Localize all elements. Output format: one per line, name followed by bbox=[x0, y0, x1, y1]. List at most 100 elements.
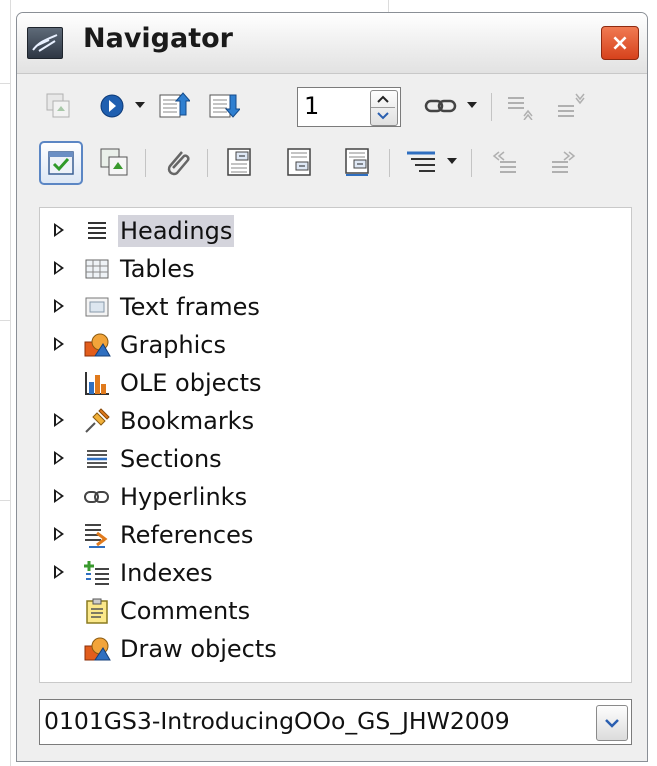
tree-item-references[interactable]: References bbox=[40, 516, 631, 554]
page-number-stepper[interactable]: 1 bbox=[297, 87, 401, 127]
toolbar-row-2 bbox=[17, 141, 647, 187]
chevron-down-icon bbox=[605, 719, 619, 728]
tree-item-text-frames[interactable]: Text frames bbox=[40, 288, 631, 326]
toggle-button[interactable] bbox=[39, 85, 79, 127]
navigator-tree[interactable]: Headings Tables Text frames Graphics OLE… bbox=[39, 207, 632, 683]
graphics-icon bbox=[82, 330, 112, 360]
drag-mode-dropdown-arrow[interactable] bbox=[467, 102, 477, 108]
chevron-up-icon bbox=[377, 95, 389, 103]
expand-arrow[interactable] bbox=[54, 299, 64, 313]
expand-arrow[interactable] bbox=[54, 337, 64, 351]
chain-link-icon bbox=[424, 99, 457, 113]
content-view-icon bbox=[100, 148, 128, 176]
decrement-button[interactable] bbox=[371, 108, 395, 124]
expand-arrow[interactable] bbox=[54, 261, 64, 275]
tree-item-tables[interactable]: Tables bbox=[40, 250, 631, 288]
window-title: Navigator bbox=[83, 23, 233, 54]
title-bar[interactable]: Navigator × bbox=[17, 13, 647, 74]
heading-levels-dropdown-arrow[interactable] bbox=[447, 158, 457, 164]
tree-item-label: Indexes bbox=[120, 559, 213, 587]
page-number-value[interactable]: 1 bbox=[304, 92, 319, 120]
references-icon bbox=[82, 520, 112, 550]
heading-levels-button[interactable] bbox=[401, 141, 441, 183]
arrow-down-icon bbox=[209, 94, 240, 118]
tree-item-label: References bbox=[120, 521, 254, 549]
expand-arrow[interactable] bbox=[54, 451, 64, 465]
promote-chapter-button[interactable] bbox=[485, 141, 525, 183]
tree-item-label: Hyperlinks bbox=[120, 483, 248, 511]
reminder-button[interactable] bbox=[157, 141, 197, 183]
tree-item-label: Comments bbox=[120, 597, 251, 625]
page-number-spin-buttons bbox=[370, 90, 398, 126]
toggle-icon bbox=[46, 93, 70, 118]
promote-level-button[interactable] bbox=[501, 85, 541, 127]
previous-button[interactable] bbox=[155, 85, 193, 127]
toolbar-separator bbox=[207, 149, 208, 177]
comment-note-icon bbox=[82, 596, 112, 626]
tree-item-bookmarks[interactable]: Bookmarks bbox=[40, 402, 631, 440]
promote-level-icon bbox=[508, 97, 533, 120]
tree-item-label: Graphics bbox=[120, 331, 226, 359]
indexes-icon bbox=[82, 558, 112, 588]
arrow-up-icon bbox=[159, 92, 190, 118]
anchor-text-button[interactable] bbox=[337, 141, 377, 183]
tree-item-hyperlinks[interactable]: Hyperlinks bbox=[40, 478, 631, 516]
close-button[interactable]: × bbox=[601, 26, 639, 60]
paperclip-icon bbox=[167, 151, 190, 176]
document-select[interactable]: 0101GS3-IntroducingOOo_GS_JHW2009 bbox=[39, 699, 632, 745]
tree-item-draw-objects[interactable]: Draw objects bbox=[40, 630, 631, 668]
navigation-icon bbox=[100, 94, 124, 118]
next-button[interactable] bbox=[205, 85, 243, 127]
drag-mode-button[interactable] bbox=[421, 85, 461, 127]
footer-icon bbox=[287, 148, 311, 176]
tree-item-indexes[interactable]: Indexes bbox=[40, 554, 631, 592]
tree-item-graphics[interactable]: Graphics bbox=[40, 326, 631, 364]
tree-item-label: Draw objects bbox=[120, 635, 277, 663]
demote-chapter-icon bbox=[552, 151, 576, 173]
list-box-toggle-button[interactable] bbox=[39, 141, 83, 185]
text-frame-icon bbox=[82, 292, 112, 322]
tree-item-label: Sections bbox=[120, 445, 222, 473]
tree-item-label: Tables bbox=[120, 255, 195, 283]
tree-item-label: Headings bbox=[118, 215, 235, 247]
draw-objects-icon bbox=[82, 634, 112, 664]
document-select-dropdown-button[interactable] bbox=[596, 705, 628, 741]
app-icon bbox=[27, 27, 63, 59]
expand-arrow[interactable] bbox=[54, 413, 64, 427]
navigation-button[interactable] bbox=[95, 85, 129, 127]
tree-item-label: Text frames bbox=[120, 293, 260, 321]
tree-item-headings[interactable]: Headings bbox=[40, 212, 631, 250]
chevron-down-icon bbox=[377, 112, 389, 120]
header-button[interactable] bbox=[219, 141, 259, 183]
expand-arrow[interactable] bbox=[54, 489, 64, 503]
tree-item-label: Bookmarks bbox=[120, 407, 255, 435]
sections-icon bbox=[82, 444, 112, 474]
expand-arrow[interactable] bbox=[54, 527, 64, 541]
demote-chapter-button[interactable] bbox=[543, 141, 583, 183]
toolbar-separator bbox=[145, 149, 146, 177]
footer-button[interactable] bbox=[279, 141, 319, 183]
navigation-dropdown-arrow[interactable] bbox=[135, 102, 145, 108]
chain-link-icon bbox=[82, 482, 112, 512]
pushpin-icon bbox=[82, 406, 112, 436]
increment-button[interactable] bbox=[371, 91, 395, 108]
expand-arrow[interactable] bbox=[54, 223, 64, 237]
content-view-button[interactable] bbox=[95, 141, 135, 183]
expand-arrow[interactable] bbox=[54, 565, 64, 579]
tree-item-sections[interactable]: Sections bbox=[40, 440, 631, 478]
checkbox-icon bbox=[48, 151, 74, 175]
demote-level-icon bbox=[558, 93, 585, 117]
ole-chart-icon bbox=[82, 368, 112, 398]
heading-levels-icon bbox=[407, 151, 435, 172]
navigator-window: Navigator × 1 Headings Tables Text frame… bbox=[16, 12, 648, 762]
demote-level-button[interactable] bbox=[551, 85, 591, 127]
toolbar-row-1: 1 bbox=[17, 85, 647, 131]
document-select-value: 0101GS3-IntroducingOOo_GS_JHW2009 bbox=[44, 707, 510, 735]
tree-item-label: OLE objects bbox=[120, 369, 262, 397]
tree-item-comments[interactable]: Comments bbox=[40, 592, 631, 630]
header-icon bbox=[227, 148, 251, 176]
headings-icon bbox=[82, 216, 112, 246]
tree-item-ole-objects[interactable]: OLE objects bbox=[40, 364, 631, 402]
close-icon: × bbox=[610, 30, 630, 56]
toolbar-separator bbox=[471, 149, 472, 177]
